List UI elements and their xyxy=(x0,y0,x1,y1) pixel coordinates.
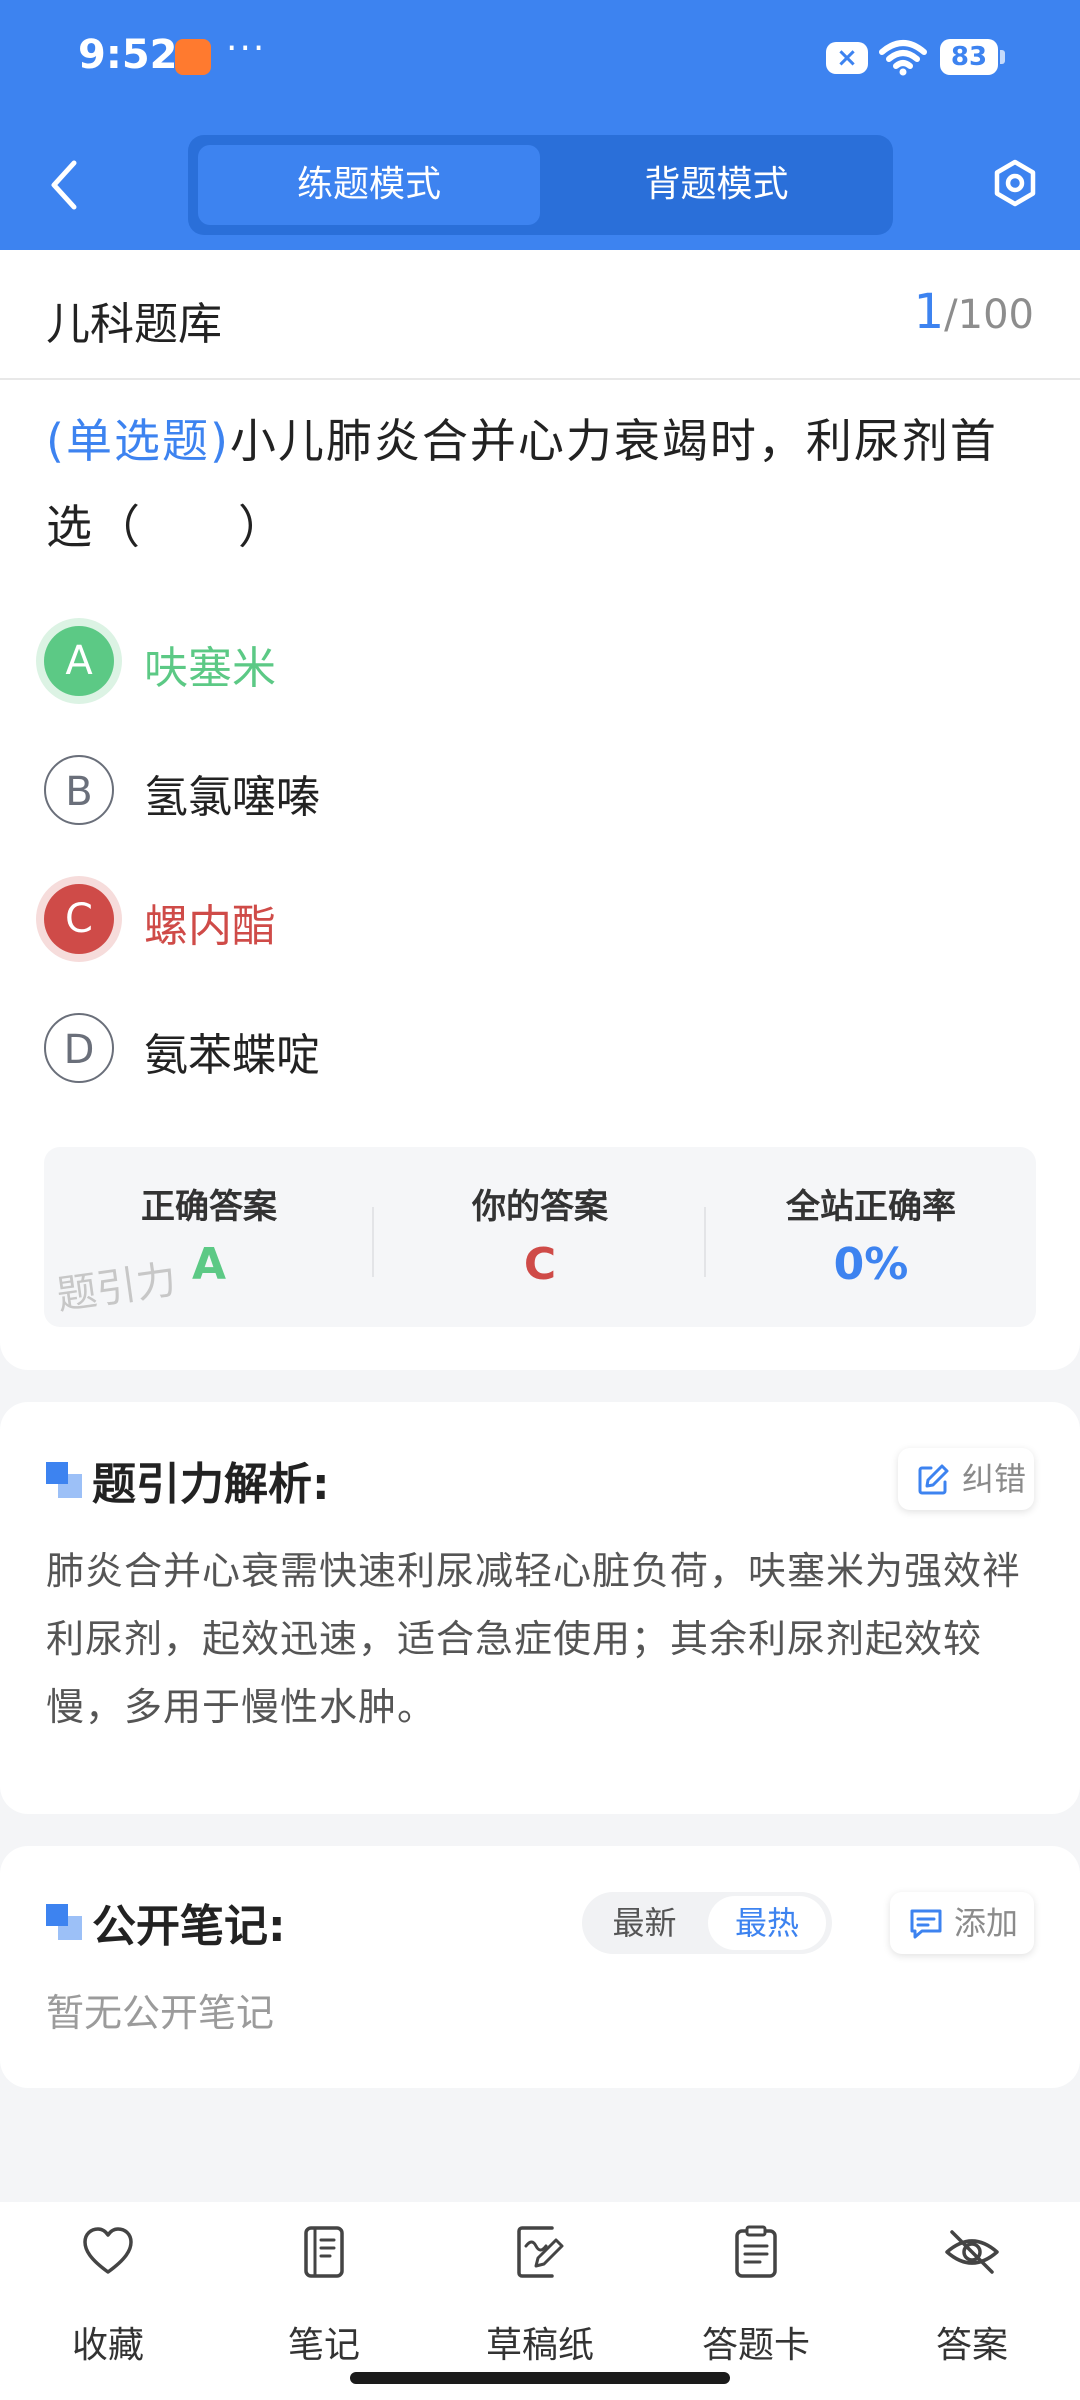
option-text: 螺内酯 xyxy=(144,901,276,952)
heart-icon xyxy=(83,2227,133,2274)
bottom-toolbar: 收藏 笔记 草稿纸 答题卡 答案 xyxy=(0,2202,1080,2400)
tab-label: 草稿纸 xyxy=(485,2325,594,2366)
question-bank-title: 儿科题库 xyxy=(46,299,222,350)
question-progress[interactable]: 1/100 xyxy=(914,284,1034,340)
app-notification-icon xyxy=(175,39,211,75)
status-time: 9:52 xyxy=(78,32,178,78)
status-more-icon: ··· xyxy=(226,28,267,69)
option-letter: A xyxy=(44,626,114,696)
notes-empty-text: 暂无公开笔记 xyxy=(46,1991,275,2035)
tab-answer[interactable]: 答案 xyxy=(864,2224,1080,2374)
accuracy-block: 全站正确率 0% xyxy=(706,1147,1036,1327)
question-stem: (单选题)小儿肺炎合并心力衰竭时，利尿剂首选（ ） xyxy=(46,398,1036,570)
sort-hottest[interactable]: 最热 xyxy=(708,1896,826,1950)
tab-answer-sheet[interactable]: 答题卡 xyxy=(648,2224,864,2374)
report-error-label: 纠错 xyxy=(962,1460,1027,1498)
tab-label: 笔记 xyxy=(287,2325,360,2366)
comment-icon xyxy=(910,1909,942,1939)
tab-label: 收藏 xyxy=(71,2325,144,2366)
option-a[interactable]: A 呋塞米 xyxy=(44,622,944,702)
close-box-icon: × xyxy=(826,42,868,74)
your-answer-value: C xyxy=(523,1239,557,1290)
divider xyxy=(0,378,1080,380)
analysis-title: 题引力解析: xyxy=(92,1459,330,1510)
tab-favorite[interactable]: 收藏 xyxy=(0,2224,216,2374)
option-letter: B xyxy=(44,755,114,825)
notebook-icon xyxy=(304,2226,344,2278)
answer-summary: 正确答案 A 你的答案 C 全站正确率 0% 题引力 xyxy=(44,1147,1036,1327)
tab-recite-mode[interactable]: 背题模式 xyxy=(550,145,883,225)
top-header: 9:52 ··· × 83 练题模式 背题模式 xyxy=(0,0,1080,250)
tab-draft[interactable]: 草稿纸 xyxy=(432,2224,648,2374)
tab-label: 答题卡 xyxy=(701,2325,810,2366)
progress-total: /100 xyxy=(944,292,1034,338)
section-icon xyxy=(46,1462,82,1498)
sort-latest[interactable]: 最新 xyxy=(582,1892,707,1954)
home-indicator xyxy=(350,2372,730,2384)
accuracy-value: 0% xyxy=(833,1239,909,1290)
tab-notes[interactable]: 笔记 xyxy=(216,2224,432,2374)
notes-sort-toggle: 最新 最热 xyxy=(582,1892,832,1954)
analysis-text: 肺炎合并心衰需快速利尿减轻心脏负荷，呋塞米为强效袢利尿剂，起效迅速，适合急症使用… xyxy=(46,1549,1022,1729)
tab-practice-mode[interactable]: 练题模式 xyxy=(198,145,540,225)
option-text: 氨苯蝶啶 xyxy=(144,1030,320,1081)
progress-current: 1 xyxy=(913,284,945,340)
battery-icon: 83 xyxy=(940,39,1005,75)
option-text: 氢氯噻嗪 xyxy=(144,772,320,823)
option-text: 呋塞米 xyxy=(144,643,276,694)
accuracy-label: 全站正确率 xyxy=(786,1187,956,1227)
divider xyxy=(372,1207,374,1277)
eye-off-icon xyxy=(945,2230,999,2274)
mode-switch: 练题模式 背题模式 xyxy=(188,135,893,235)
edit-icon xyxy=(918,1464,949,1495)
option-letter: D xyxy=(44,1013,114,1083)
option-c[interactable]: C 螺内酯 xyxy=(44,880,944,960)
question-type: (单选题) xyxy=(46,414,230,468)
draft-icon xyxy=(517,2226,564,2278)
settings-icon[interactable] xyxy=(990,158,1040,208)
your-answer-label: 你的答案 xyxy=(472,1187,608,1227)
section-icon xyxy=(46,1904,82,1940)
add-note-label: 添加 xyxy=(954,1904,1019,1942)
back-icon[interactable] xyxy=(40,155,90,215)
option-b[interactable]: B 氢氯噻嗪 xyxy=(44,751,944,831)
analysis-card: 题引力解析: 纠错 肺炎合并心衰需快速利尿减轻心脏负荷，呋塞米为强效袢利尿剂，起… xyxy=(0,1402,1080,1814)
question-card: 儿科题库 1/100 (单选题)小儿肺炎合并心力衰竭时，利尿剂首选（ ） A 呋… xyxy=(0,250,1080,1370)
your-answer-block: 你的答案 C xyxy=(375,1147,705,1327)
public-notes-card: 公开笔记: 最新 最热 添加 暂无公开笔记 xyxy=(0,1846,1080,2088)
answer-sheet-icon xyxy=(735,2225,777,2278)
correct-answer-label: 正确答案 xyxy=(141,1187,277,1227)
wifi-icon xyxy=(879,40,927,76)
add-note-button[interactable]: 添加 xyxy=(890,1892,1034,1954)
tab-label: 答案 xyxy=(935,2325,1008,2366)
notes-title: 公开笔记: xyxy=(92,1901,286,1952)
option-letter: C xyxy=(44,884,114,954)
report-error-button[interactable]: 纠错 xyxy=(898,1448,1034,1510)
option-d[interactable]: D 氨苯蝶啶 xyxy=(44,1009,944,1089)
